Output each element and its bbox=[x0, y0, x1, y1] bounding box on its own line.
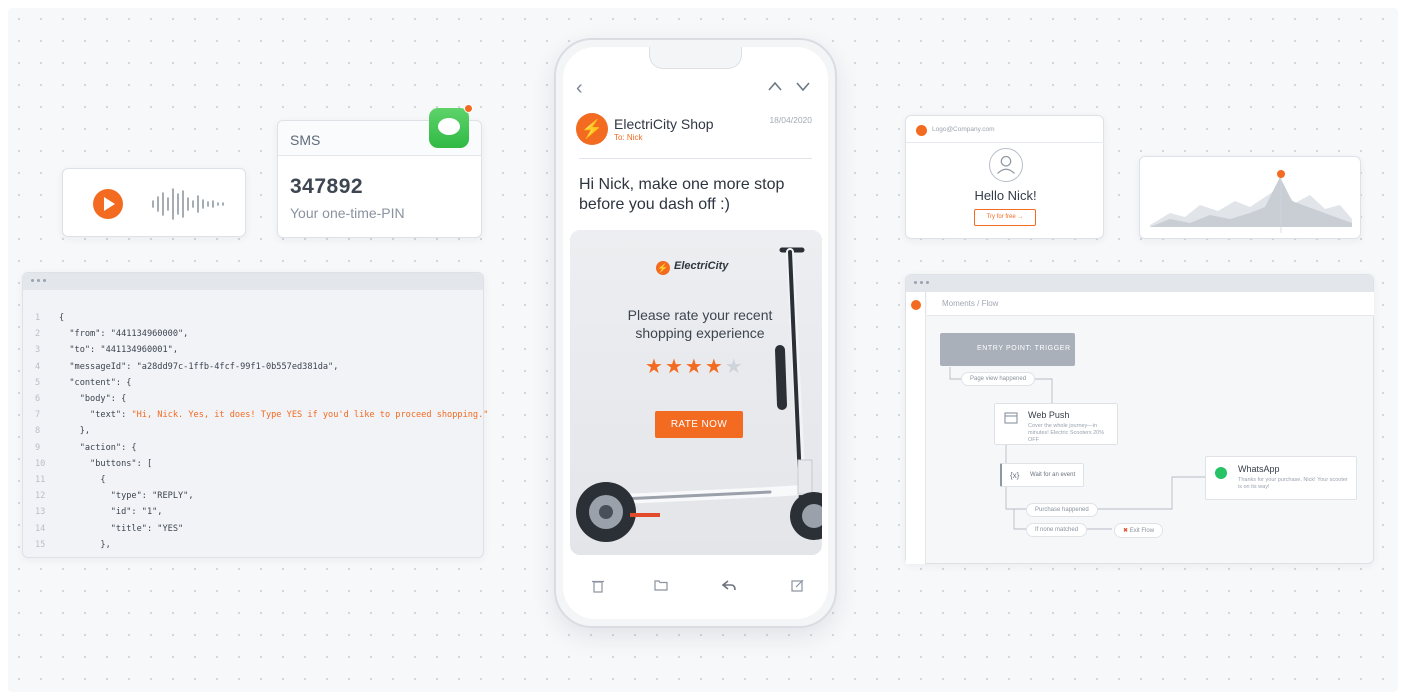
whatsapp-title: WhatsApp bbox=[1238, 464, 1280, 474]
back-chevron-icon[interactable]: ‹ bbox=[576, 77, 583, 100]
line-number: 14 bbox=[35, 523, 46, 534]
whatsapp-node[interactable]: WhatsApp Thanks for your purchase, Nick!… bbox=[1205, 456, 1357, 500]
recipient-label: To: Nick bbox=[614, 133, 643, 142]
promo-brand: ⚡ ElectriCity bbox=[656, 260, 729, 275]
wait-label: Wait for an event bbox=[1030, 472, 1076, 478]
line-number: 2 bbox=[35, 329, 41, 340]
play-icon[interactable] bbox=[93, 189, 123, 219]
rating-prompt: Please rate your recent shopping experie… bbox=[627, 307, 773, 341]
flow-builder-window: Moments / Flow ENTRY POINT: TRIGGER Page… bbox=[905, 274, 1374, 564]
star-filled-icon[interactable]: ★ bbox=[705, 356, 725, 378]
star-filled-icon[interactable]: ★ bbox=[665, 356, 685, 378]
scooter-image bbox=[576, 247, 822, 542]
window-title-bar bbox=[23, 273, 483, 290]
code-line: 10 "buttons": [ bbox=[35, 456, 483, 472]
code-line: 5 "content": { bbox=[35, 375, 483, 391]
code-line: 2 "from": "441134960000", bbox=[35, 326, 483, 342]
code-line: 1{ bbox=[35, 310, 483, 326]
entry-point-node[interactable]: ENTRY POINT: TRIGGER bbox=[940, 333, 1075, 366]
phone-mockup: ‹ ⚡ ElectriCity Shop To: Nick 18/04/2020… bbox=[554, 38, 837, 628]
whatsapp-icon bbox=[1215, 467, 1227, 479]
phone-notch bbox=[649, 47, 742, 69]
phone-screen: ‹ ⚡ ElectriCity Shop To: Nick 18/04/2020… bbox=[563, 47, 828, 619]
code-line: 8 }, bbox=[35, 423, 483, 439]
browser-icon bbox=[1004, 412, 1018, 424]
company-email: Logo@Company.com bbox=[932, 126, 995, 133]
messages-app-icon bbox=[429, 104, 473, 148]
line-number: 15 bbox=[35, 539, 46, 550]
close-icon: ✖ bbox=[1123, 528, 1130, 534]
code-line: 13 "id": "1", bbox=[35, 504, 483, 520]
code-line: 9 "action": { bbox=[35, 440, 483, 456]
web-push-subtitle: Cover the whole journey—in minutes! Elec… bbox=[1028, 423, 1105, 443]
star-rating[interactable]: ★★★★★ bbox=[645, 354, 745, 379]
rate-now-button[interactable]: RATE NOW bbox=[655, 411, 743, 438]
web-push-node[interactable]: Web Push Cover the whole journey—in minu… bbox=[994, 403, 1118, 445]
user-avatar-icon bbox=[989, 148, 1023, 182]
line-number: 5 bbox=[35, 377, 41, 388]
chat-bubble-icon bbox=[438, 118, 460, 135]
divider bbox=[579, 158, 812, 159]
line-number: 12 bbox=[35, 491, 46, 502]
brand-logo-icon: ⚡ bbox=[576, 113, 608, 145]
code-line: 12 "type": "REPLY", bbox=[35, 488, 483, 504]
purchase-condition[interactable]: Purchase happened bbox=[1026, 503, 1098, 517]
sender-name: ElectriCity Shop bbox=[614, 116, 714, 132]
line-number: 8 bbox=[35, 426, 41, 437]
json-code-window: 1{2 "from": "441134960000", 3 "to": "4411… bbox=[22, 272, 488, 558]
variable-icon: {x} bbox=[1010, 471, 1020, 480]
line-number: 13 bbox=[35, 507, 46, 518]
compose-icon[interactable] bbox=[791, 579, 804, 592]
line-number: 9 bbox=[35, 442, 41, 453]
wait-for-event-node[interactable]: {x} Wait for an event bbox=[1000, 463, 1084, 487]
web-push-title: Web Push bbox=[1028, 410, 1070, 420]
otp-code: 347892 bbox=[290, 175, 364, 198]
line-number: 6 bbox=[35, 394, 41, 405]
code-editor: 1{2 "from": "441134960000", 3 "to": "4411… bbox=[23, 290, 488, 553]
star-empty-icon[interactable]: ★ bbox=[725, 356, 745, 378]
whatsapp-subtitle: Thanks for your purchase, Nick! Your sco… bbox=[1238, 477, 1348, 490]
exit-flow-node[interactable]: ✖ Exit Flow bbox=[1114, 523, 1164, 538]
page-view-condition[interactable]: Page view happened bbox=[961, 372, 1036, 386]
greeting-text: Hello Nick! bbox=[974, 188, 1037, 203]
code-line: 6 "body": { bbox=[35, 391, 483, 407]
audio-message-card bbox=[62, 168, 246, 237]
fallback-condition[interactable]: If none matched bbox=[1026, 523, 1088, 537]
code-line: 4 "messageId": "a28dd97c-1ffb-4fcf-99f1-… bbox=[35, 359, 483, 375]
code-line: 3 "to": "441134960001", bbox=[35, 342, 483, 358]
line-number: 10 bbox=[35, 458, 46, 469]
line-number: 7 bbox=[35, 410, 41, 421]
mail-toolbar bbox=[563, 579, 828, 609]
code-line: 11 { bbox=[35, 472, 483, 488]
try-for-free-button[interactable]: Try for free → bbox=[974, 209, 1036, 226]
analytics-chart-card bbox=[1139, 156, 1361, 239]
message-date: 18/04/2020 bbox=[769, 115, 812, 125]
notification-dot bbox=[464, 104, 473, 113]
web-push-preview-card: Logo@Company.com Hello Nick! Try for fre… bbox=[905, 115, 1105, 239]
divider bbox=[906, 142, 1105, 143]
company-logo-icon bbox=[916, 125, 927, 136]
otp-label: Your one-time-PIN bbox=[290, 205, 405, 221]
promo-banner: ⚡ ElectriCity Please rate your recent sho… bbox=[570, 230, 822, 555]
line-number: 4 bbox=[35, 361, 41, 372]
code-line: 14 "title": "YES" bbox=[35, 521, 483, 537]
bolt-icon: ⚡ bbox=[656, 261, 670, 275]
trash-icon[interactable] bbox=[592, 579, 604, 593]
audio-waveform-icon bbox=[152, 188, 224, 220]
code-line: 15 }, bbox=[35, 537, 483, 553]
line-number: 3 bbox=[35, 345, 41, 356]
line-number: 11 bbox=[35, 475, 46, 486]
star-filled-icon[interactable]: ★ bbox=[645, 356, 665, 378]
flow-connectors bbox=[949, 367, 1205, 530]
reply-icon[interactable] bbox=[722, 579, 736, 591]
prev-next-arrows-icon[interactable] bbox=[768, 79, 812, 95]
line-number: 1 bbox=[35, 313, 41, 323]
message-headline: Hi Nick, make one more stop before you d… bbox=[579, 176, 785, 213]
area-chart-icon bbox=[1150, 170, 1352, 233]
code-line: 7 "text": "Hi, Nick. Yes, it does! Type … bbox=[35, 407, 488, 423]
star-filled-icon[interactable]: ★ bbox=[685, 356, 705, 378]
folder-icon[interactable] bbox=[654, 579, 668, 591]
